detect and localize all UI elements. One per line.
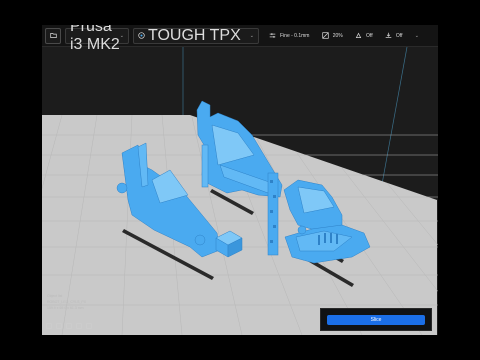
view-right-button[interactable] — [86, 323, 92, 329]
slice-panel: Slice — [320, 308, 432, 331]
adhesion-value: Off — [395, 32, 403, 39]
infill-value: 20% — [332, 32, 343, 39]
slice-button[interactable]: Slice — [327, 314, 425, 325]
cura-window: Prusa i3 MK2 ⌄ TOUGH TPX ⌄ Fine - 0.1mm — [42, 25, 438, 335]
infill-setting[interactable]: 20% — [322, 28, 343, 44]
object-dimensions: 159.9 x 69.6 x 61.3 mm — [47, 306, 84, 310]
material-name: TOUGH TPX — [148, 26, 241, 44]
3d-viewport[interactable] — [42, 25, 438, 335]
material-icon — [138, 32, 145, 39]
support-setting[interactable]: Off — [355, 28, 373, 44]
adhesion-setting[interactable]: Off — [385, 28, 403, 44]
view-left-button[interactable] — [76, 323, 82, 329]
folder-icon — [49, 33, 57, 38]
settings-icon — [269, 33, 276, 38]
chevron-down-icon: ⌄ — [249, 32, 254, 39]
open-file-button[interactable] — [45, 27, 61, 44]
chevron-down-icon: ⌄ — [119, 32, 124, 39]
top-toolbar: Prusa i3 MK2 ⌄ TOUGH TPX ⌄ Fine - 0.1mm — [42, 25, 438, 53]
view-controls — [46, 323, 92, 329]
material-selector[interactable]: TOUGH TPX ⌄ — [133, 26, 259, 44]
adhesion-icon — [385, 32, 392, 38]
profile-setting[interactable]: Fine - 0.1mm — [269, 28, 309, 44]
print-settings-panel[interactable]: Fine - 0.1mm 20% Off Off ⌄ — [263, 28, 425, 44]
support-value: Off — [366, 32, 373, 39]
support-icon — [355, 32, 362, 38]
printer-name: Prusa i3 MK2 — [70, 25, 120, 53]
printer-selector[interactable]: Prusa i3 MK2 ⌄ — [65, 25, 129, 53]
object-info: Object list ROBOT_LEG_CYLS_PX 159.9 x 69… — [47, 293, 86, 311]
view-front-button[interactable] — [56, 323, 62, 329]
profile-label: Fine - 0.1mm — [280, 32, 310, 39]
infill-icon — [322, 32, 329, 39]
view-3d-button[interactable] — [46, 323, 52, 329]
chevron-down-icon: ⌄ — [414, 32, 419, 39]
view-top-button[interactable] — [66, 323, 72, 329]
